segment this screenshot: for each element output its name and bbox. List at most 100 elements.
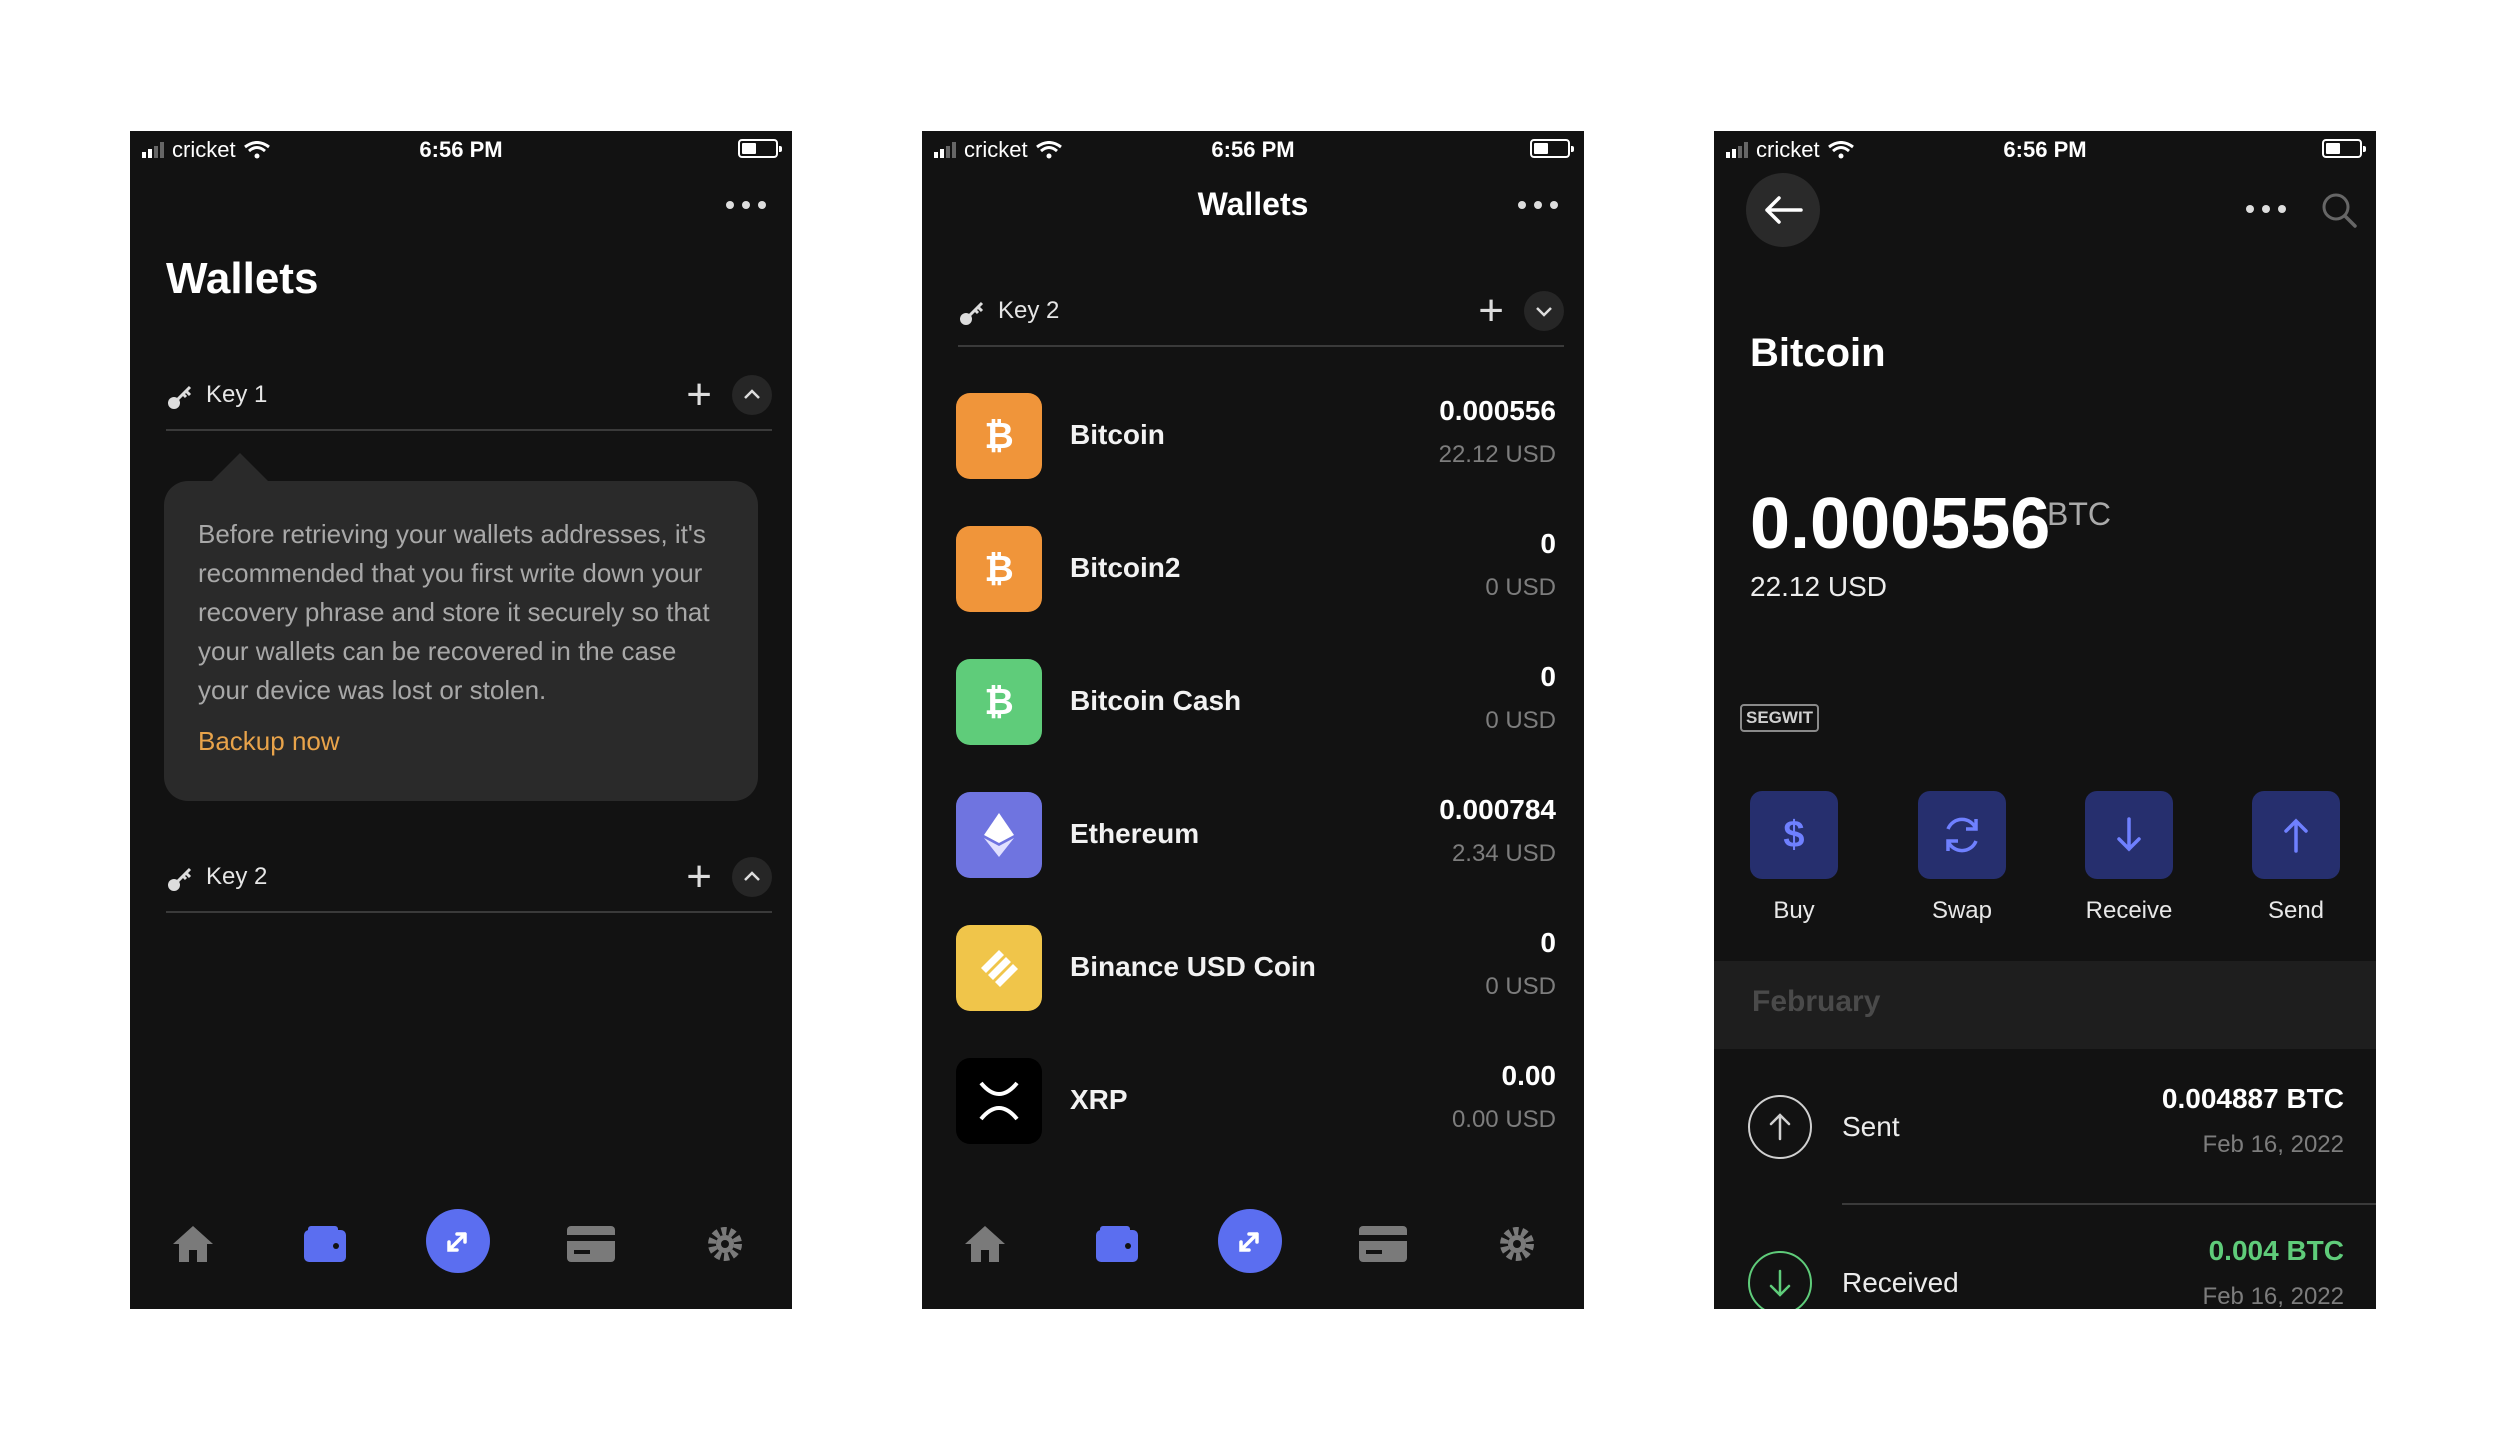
chevron-up-icon[interactable] (732, 857, 772, 897)
backup-tooltip: Before retrieving your wallets addresses… (164, 453, 758, 801)
status-bar: cricket 6:56 PM (1714, 131, 2376, 167)
nav-wallet-icon[interactable] (290, 1209, 360, 1279)
segwit-badge: SEGWIT (1740, 704, 1820, 732)
wallet-amount: 0 (1540, 661, 1556, 692)
balance-unit: BTC (2047, 496, 2111, 532)
more-options-icon[interactable] (726, 201, 766, 209)
nav-settings-icon[interactable] (1482, 1209, 1552, 1279)
transaction-amount: 0.004887 BTC (2161, 1083, 2344, 1114)
more-options-icon[interactable] (2246, 205, 2286, 213)
add-wallet-icon[interactable]: + (686, 853, 712, 901)
wallet-amount: 0.000556 (1439, 395, 1556, 426)
battery-icon (2322, 139, 2366, 158)
page-title: Wallets (1197, 186, 1309, 222)
refresh-icon (1946, 817, 1978, 853)
wallet-row-xrp[interactable]: XRP 0.00 0.00 USD (956, 1058, 1556, 1191)
wallet-amount: 0 (1540, 927, 1556, 958)
wallet-row-bitcoin[interactable]: ₿ Bitcoin 0.000556 22.12 USD (956, 393, 1556, 526)
receive-button[interactable]: Receive (2069, 791, 2189, 925)
swap-button[interactable]: Swap (1902, 791, 2022, 925)
bitcoin-cash-icon: ₿ (956, 659, 1042, 745)
transaction-row-received[interactable]: Received 0.004 BTC Feb 16, 2022 (1714, 1205, 2376, 1309)
wallet-name: Bitcoin Cash (1070, 685, 1242, 716)
arrow-left-icon (1765, 196, 1803, 224)
wallet-row-bitcoin-cash[interactable]: ₿ Bitcoin Cash 0 0 USD (956, 659, 1556, 792)
back-button[interactable] (1746, 173, 1820, 247)
wallet-name: Binance USD Coin (1070, 951, 1316, 982)
chevron-up-icon[interactable] (732, 375, 772, 415)
nav-swap-icon[interactable] (426, 1209, 490, 1273)
binance-usd-icon (956, 925, 1042, 1011)
balance-usd: 22.12 USD (1750, 571, 1887, 602)
chevron-down-icon[interactable] (1524, 291, 1564, 331)
transaction-row-sent[interactable]: Sent 0.004887 BTC Feb 16, 2022 (1714, 1049, 2376, 1204)
coin-title: Bitcoin (1750, 331, 1886, 375)
wallet-amount: 0.00 (1501, 1060, 1557, 1091)
key-label: Key 2 (998, 297, 1060, 324)
key-icon (168, 867, 192, 891)
bottom-nav (130, 1209, 792, 1279)
backup-now-link[interactable]: Backup now (198, 726, 724, 757)
more-options-icon[interactable] (1518, 201, 1558, 209)
add-wallet-icon[interactable]: + (1478, 287, 1504, 335)
wallet-amount: 0 (1540, 528, 1556, 559)
key-row-2[interactable]: Key 2 + (166, 853, 772, 913)
balance-amount: 0.000556 (1750, 484, 2051, 564)
wallet-name: Bitcoin2 (1070, 552, 1181, 583)
status-time: 6:56 PM (1211, 137, 1295, 162)
wallet-row-binance-usd[interactable]: Binance USD Coin 0 0 USD (956, 925, 1556, 1058)
transaction-date: Feb 16, 2022 (2202, 1283, 2344, 1309)
wallet-usd: 0 USD (1485, 973, 1556, 1000)
add-wallet-icon[interactable]: + (686, 371, 712, 419)
action-label: Swap (1931, 897, 1993, 924)
nav-settings-icon[interactable] (690, 1209, 760, 1279)
key-icon (168, 385, 192, 409)
wallet-amount: 0.000784 (1439, 794, 1556, 825)
buy-button[interactable]: $ Buy (1734, 791, 1854, 925)
key-icon (960, 301, 984, 325)
arrow-up-circle-icon (1748, 1095, 1812, 1159)
wallet-list: ₿ Bitcoin 0.000556 22.12 USD ₿ Bitcoin2 … (956, 393, 1556, 1191)
nav-home-icon[interactable] (158, 1209, 228, 1279)
wallet-row-bitcoin2[interactable]: ₿ Bitcoin2 0 0 USD (956, 526, 1556, 659)
key-row-1[interactable]: Key 1 + (166, 371, 772, 431)
status-bar: cricket 6:56 PM (130, 131, 792, 167)
wallet-name: Ethereum (1070, 818, 1200, 849)
action-buttons: $ Buy Swap Receive Send (1714, 791, 2376, 931)
action-label: Send (2267, 897, 2325, 924)
transaction-label: Received (1842, 1267, 1959, 1298)
send-button[interactable]: Send (2236, 791, 2356, 925)
wallet-name: XRP (1070, 1084, 1128, 1115)
key-label: Key 2 (206, 863, 268, 890)
search-icon[interactable] (2320, 191, 2358, 229)
action-label: Receive (2085, 897, 2173, 924)
bitcoin-icon: ₿ (956, 393, 1042, 479)
wallets-screen-key2: cricket 6:56 PM Wallets Key 2 + ₿ Bitcoi… (922, 131, 1584, 1309)
bitcoin-icon: ₿ (956, 526, 1042, 612)
nav-card-icon[interactable] (556, 1209, 626, 1279)
ethereum-icon (956, 792, 1042, 878)
bitcoin-wallet-detail-screen: cricket 6:56 PM Bitcoin 0.000556 BTC 22.… (1714, 131, 2376, 1309)
nav-card-icon[interactable] (1348, 1209, 1418, 1279)
nav-wallet-icon[interactable] (1082, 1209, 1152, 1279)
transaction-date: Feb 16, 2022 (2202, 1131, 2344, 1158)
month-label: February (1752, 985, 1881, 1018)
status-bar: cricket 6:56 PM (922, 131, 1584, 167)
page-title: Wallets (166, 254, 319, 303)
backup-tip-text: Before retrieving your wallets addresses… (198, 519, 710, 705)
nav-home-icon[interactable] (950, 1209, 1020, 1279)
transaction-label: Sent (1842, 1111, 1900, 1142)
wallet-usd: 2.34 USD (1451, 840, 1556, 867)
bottom-nav (922, 1209, 1584, 1279)
svg-text:$: $ (1783, 815, 1804, 855)
wallets-screen-key1: cricket 6:56 PM Wallets Key 1 + Before r… (130, 131, 792, 1309)
arrow-up-icon (2284, 818, 2308, 853)
action-label: Buy (1773, 897, 1815, 924)
wallet-row-ethereum[interactable]: Ethereum 0.000784 2.34 USD (956, 792, 1556, 925)
battery-icon (738, 139, 782, 158)
wallet-name: Bitcoin (1070, 419, 1165, 450)
key-row-2[interactable]: Key 2 + (958, 287, 1564, 347)
nav-swap-icon[interactable] (1218, 1209, 1282, 1273)
key-label: Key 1 (206, 381, 268, 408)
transaction-amount: 0.004 BTC (2208, 1235, 2344, 1266)
